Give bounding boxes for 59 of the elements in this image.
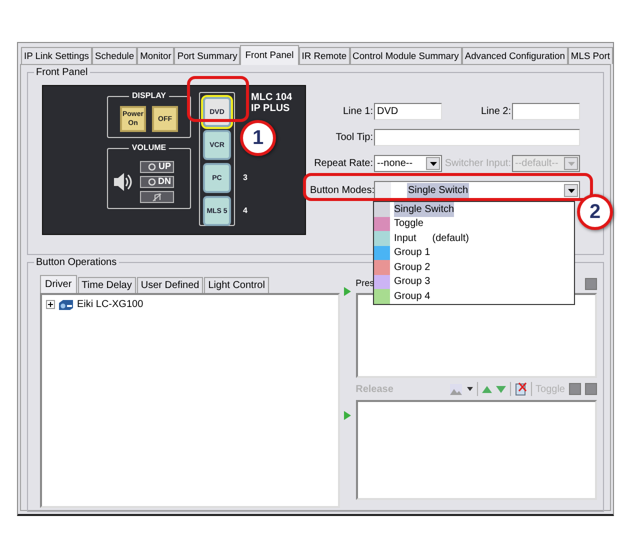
tab[interactable]: Control Module Summary bbox=[350, 47, 462, 64]
tab[interactable]: Advanced Configuration bbox=[462, 47, 568, 64]
volume-button[interactable]: DN bbox=[140, 176, 174, 188]
tab[interactable]: Monitor bbox=[137, 47, 174, 64]
tab[interactable]: MLS Port bbox=[568, 47, 613, 64]
volume-button[interactable]: UP bbox=[140, 161, 174, 173]
dropdown-option[interactable]: Single Switch bbox=[374, 202, 574, 216]
tab[interactable]: IP Link Settings bbox=[21, 47, 92, 64]
input-field[interactable]: DVD bbox=[374, 103, 442, 120]
tab[interactable]: Schedule bbox=[92, 47, 138, 64]
model-label: IP PLUS bbox=[251, 103, 291, 114]
mute-button[interactable] bbox=[140, 191, 174, 203]
tab[interactable]: Front Panel bbox=[240, 45, 299, 65]
field-label: Switcher Input: bbox=[444, 157, 512, 171]
input-field[interactable] bbox=[374, 129, 580, 146]
dropdown-option[interactable]: Group 4 bbox=[374, 289, 574, 304]
play-icon bbox=[344, 287, 351, 296]
up-arrow-icon[interactable] bbox=[482, 386, 492, 392]
field-label: Line 1: bbox=[342, 105, 374, 119]
group-title: Button Operations bbox=[34, 256, 119, 269]
speaker-icon bbox=[112, 171, 132, 193]
tab[interactable]: Driver bbox=[40, 275, 77, 293]
dropdown-option[interactable]: Group 2 bbox=[374, 260, 574, 274]
tab[interactable]: Port Summary bbox=[174, 47, 240, 64]
square-icon[interactable] bbox=[584, 383, 597, 395]
delete-document-icon[interactable] bbox=[514, 382, 527, 396]
caret-icon bbox=[430, 162, 436, 166]
dropdown-option[interactable]: Toggle bbox=[374, 216, 574, 231]
play-icon bbox=[344, 411, 351, 420]
square-icon[interactable] bbox=[568, 383, 581, 395]
tab[interactable]: IR Remote bbox=[298, 47, 350, 64]
model-label: MLC 104 bbox=[251, 92, 292, 103]
field-label: Repeat Rate: bbox=[313, 157, 374, 171]
square-icon[interactable] bbox=[584, 278, 597, 290]
field-label: Line 2: bbox=[480, 105, 512, 119]
dropdown-value: --default-- bbox=[514, 157, 560, 171]
dropdown-option[interactable]: Group 3 bbox=[374, 274, 574, 289]
volume-label: VOLUME bbox=[128, 143, 170, 153]
release-label: Release bbox=[356, 382, 394, 396]
caret-icon bbox=[568, 162, 574, 166]
caret-icon bbox=[568, 188, 574, 192]
expand-icon[interactable] bbox=[46, 300, 55, 309]
input-number: 3 bbox=[243, 172, 248, 184]
highlight-frame bbox=[187, 76, 249, 122]
tree-item[interactable]: Eiki LC-XG100 bbox=[77, 297, 144, 312]
input-field[interactable] bbox=[512, 103, 580, 120]
dropdown-value: --none-- bbox=[376, 157, 414, 171]
down-arrow-icon[interactable] bbox=[496, 386, 506, 392]
dropdown-option[interactable]: Input (default) bbox=[374, 231, 574, 246]
dropdown[interactable]: --none-- bbox=[374, 155, 442, 172]
input-number: 4 bbox=[243, 205, 248, 217]
field-label: Button Modes: bbox=[310, 184, 374, 198]
display-label: DISPLAY bbox=[129, 91, 169, 101]
caret-icon[interactable] bbox=[466, 387, 473, 391]
field-label: Tool Tip: bbox=[334, 131, 374, 145]
dropdown-value: Single Switch bbox=[407, 183, 470, 198]
projector-icon bbox=[58, 298, 74, 310]
dropdown-option[interactable]: Group 1 bbox=[374, 246, 574, 260]
mute-icon bbox=[152, 192, 162, 202]
